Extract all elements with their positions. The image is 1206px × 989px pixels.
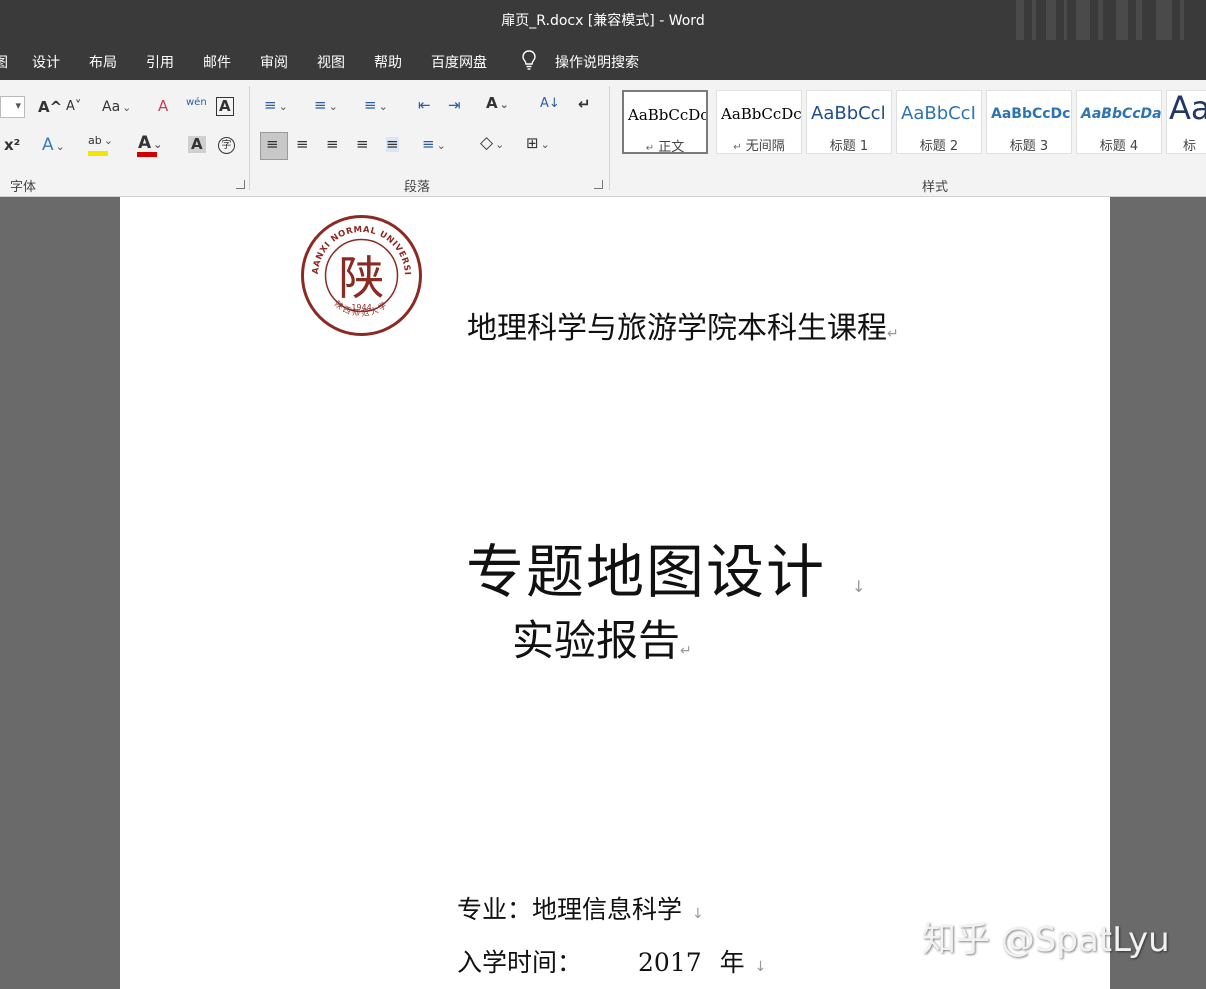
major-label: 专业： <box>457 895 533 924</box>
menu-tab-references[interactable]: 引用 <box>146 52 174 72</box>
enrollment-year-unit: 年 <box>719 948 745 977</box>
college-text: 地理科学与旅游学院本科生课程 <box>467 311 887 346</box>
decrease-indent-icon[interactable]: ⇤ <box>418 98 431 113</box>
menu-tab-partial[interactable]: 图 <box>0 52 8 72</box>
line-break-mark: ↓ <box>852 577 868 596</box>
clear-formatting-icon[interactable]: A <box>158 99 168 114</box>
superscript-icon[interactable]: x² <box>4 138 20 153</box>
sort-icon[interactable]: A↓ <box>540 97 560 110</box>
font-group-label: 字体 <box>10 180 37 195</box>
enrollment-year: 2017 <box>638 948 702 977</box>
justify-icon[interactable]: ≡ <box>356 137 369 152</box>
style-sample: AaBbCcDc <box>628 106 708 124</box>
seal-character: 陕 <box>339 251 385 305</box>
show-formatting-marks-icon[interactable]: ↵ <box>578 97 591 112</box>
style-name: 标 <box>1183 139 1197 154</box>
menu-tab-design[interactable]: 设计 <box>32 52 60 72</box>
report-subtitle-text: 实验报告 <box>512 616 681 665</box>
tell-me-search[interactable]: 操作说明搜索 <box>555 52 639 72</box>
font-color-swatch <box>137 152 157 157</box>
ribbon-separator <box>249 86 250 190</box>
highlight-color-swatch <box>88 151 108 156</box>
line-break-mark: ↓ <box>754 959 767 975</box>
grow-font-icon[interactable]: A^ <box>38 100 62 115</box>
paragraph-shading-icon[interactable]: ◇ <box>480 135 504 152</box>
line-spacing-icon[interactable]: ≡ <box>422 137 446 152</box>
paragraph-group-label: 段落 <box>404 180 431 195</box>
shrink-font-icon[interactable]: A˅ <box>66 100 81 113</box>
enclose-characters-icon[interactable]: 字 <box>218 137 235 154</box>
center-icon[interactable]: ≡ <box>296 137 309 152</box>
ribbon-separator <box>609 86 610 190</box>
paragraph-mark: ↵ <box>887 326 899 342</box>
style-name: 标题 3 <box>1009 139 1049 154</box>
style-heading-1[interactable]: AaBbCcl 标题 1 <box>806 90 892 154</box>
style-sample: AaBbCcDc <box>721 105 802 123</box>
font-size-dropdown[interactable] <box>0 96 25 118</box>
report-title-text: 专题地图设计 <box>466 538 827 606</box>
document-page[interactable]: SHAANXI NORMAL UNIVERSITY 陕 1944 陕西师范大学 … <box>120 197 1110 989</box>
university-seal-logo: SHAANXI NORMAL UNIVERSITY 陕 1944 陕西师范大学 <box>300 214 422 336</box>
enrollment-label: 入学时间： <box>457 948 583 977</box>
character-shading-icon[interactable]: A <box>188 136 206 153</box>
style-sample: AaBbCcI <box>901 103 976 124</box>
phonetic-guide-icon[interactable]: wén <box>186 98 207 108</box>
window-title: 扉页_R.docx [兼容模式] - Word <box>501 13 705 29</box>
style-heading-4[interactable]: AaBbCcDa 标题 4 <box>1076 90 1162 154</box>
style-heading-3[interactable]: AaBbCcDc 标题 3 <box>986 90 1072 154</box>
numbering-icon[interactable]: ≡ <box>314 98 338 113</box>
style-name: ↵ 无间隔 <box>733 139 785 154</box>
paragraph-dialog-launcher-icon[interactable] <box>594 180 603 189</box>
lightbulb-icon[interactable] <box>522 50 536 70</box>
style-title[interactable]: Aa 标 <box>1166 90 1206 154</box>
style-sample: AaBbCcl <box>811 103 886 124</box>
align-right-icon[interactable]: ≡ <box>326 137 339 152</box>
enrollment-line: 入学时间： 2017 年 ↓ <box>457 943 766 979</box>
line-break-mark: ↓ <box>692 906 704 922</box>
style-heading-2[interactable]: AaBbCcI 标题 2 <box>896 90 982 154</box>
style-sample: Aa <box>1169 90 1206 127</box>
menu-tab-mailings[interactable]: 邮件 <box>203 52 231 72</box>
borders-icon[interactable]: ⊞ <box>526 136 550 151</box>
bullets-icon[interactable]: ≡ <box>264 98 288 113</box>
styles-group-label: 样式 <box>922 180 949 195</box>
font-color-icon[interactable]: A <box>138 135 162 152</box>
style-no-spacing[interactable]: AaBbCcDc ↵ 无间隔 <box>716 90 802 154</box>
menu-tab-view[interactable]: 视图 <box>317 52 345 72</box>
menu-bar: 图 设计 布局 引用 邮件 审阅 视图 帮助 百度网盘 操作说明搜索 <box>0 40 1206 80</box>
title-bar: 扉页_R.docx [兼容模式] - Word <box>0 0 1206 60</box>
chinese-layout-icon[interactable]: A <box>486 96 509 111</box>
style-name: 标题 1 <box>829 139 869 154</box>
watermark: 知乎 @SpatLyu <box>922 920 1170 960</box>
paragraph-mark: ↵ <box>680 643 692 659</box>
ribbon: A^ A˅ Aa A wén A x² A ab A A 字 字体 ≡ ≡ ≡ … <box>0 80 1206 197</box>
menu-tab-help[interactable]: 帮助 <box>374 52 402 72</box>
character-border-icon[interactable]: A <box>216 97 234 116</box>
distributed-icon[interactable]: ≡ <box>386 137 399 152</box>
style-name: ↵ 正文 <box>645 140 685 154</box>
style-name: 标题 4 <box>1099 139 1139 154</box>
major-value: 地理信息科学 <box>532 895 683 924</box>
text-effects-icon[interactable]: A <box>42 137 65 154</box>
style-sample: AaBbCcDc <box>991 106 1071 122</box>
report-subtitle: 实验报告↵ <box>512 607 692 668</box>
multilevel-list-icon[interactable]: ≡ <box>364 98 388 113</box>
style-sample: AaBbCcDa <box>1081 106 1162 122</box>
menu-tab-baidu-netdisk[interactable]: 百度网盘 <box>431 52 487 72</box>
highlight-color-icon[interactable]: ab <box>88 135 113 146</box>
menu-tab-layout[interactable]: 布局 <box>89 52 117 72</box>
font-dialog-launcher-icon[interactable] <box>236 180 245 189</box>
college-heading: 地理科学与旅游学院本科生课程↵ <box>467 303 899 347</box>
increase-indent-icon[interactable]: ⇥ <box>448 98 461 113</box>
styles-gallery: AaBbCcDc ↵ 正文 AaBbCcDc ↵ 无间隔 AaBbCcl 标题 … <box>622 90 1206 156</box>
report-title: 专题地图设计 ↓ <box>466 525 867 609</box>
style-name: 标题 2 <box>919 139 959 154</box>
change-case-icon[interactable]: Aa <box>102 100 131 114</box>
style-normal[interactable]: AaBbCcDc ↵ 正文 <box>622 90 708 154</box>
menu-tab-review[interactable]: 审阅 <box>260 52 288 72</box>
major-line: 专业：地理信息科学 ↓ <box>457 890 704 926</box>
align-left-icon[interactable]: ≡ <box>266 137 279 152</box>
